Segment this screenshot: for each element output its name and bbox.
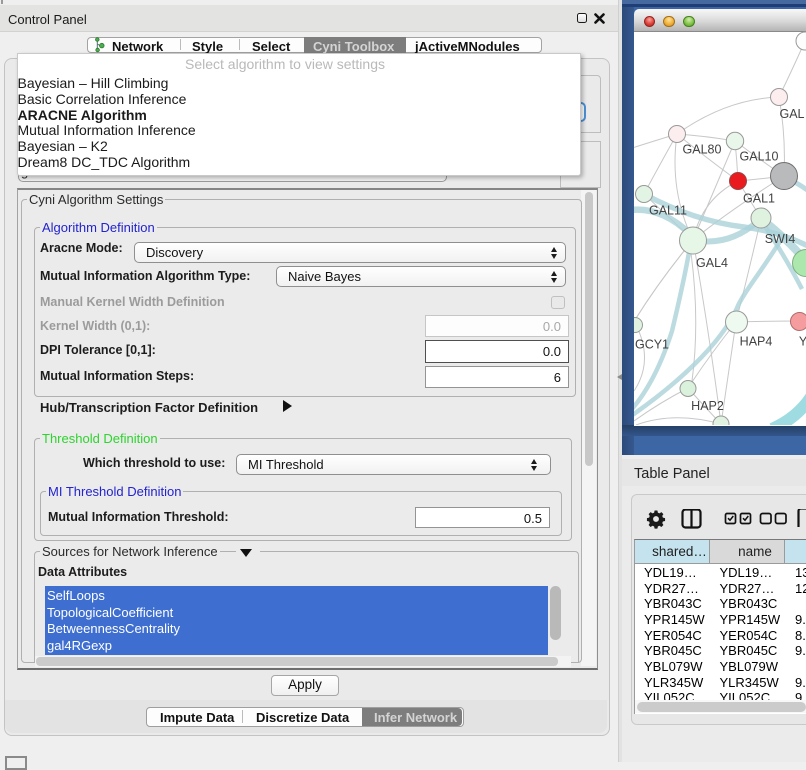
svg-text:HAP2: HAP2 — [691, 399, 724, 413]
svg-text:GCY1: GCY1 — [635, 338, 669, 352]
svg-text:GAL: GAL — [779, 107, 804, 121]
svg-text:GAL1: GAL1 — [743, 192, 775, 206]
svg-text:GAL11: GAL11 — [649, 204, 687, 218]
svg-text:SWI4: SWI4 — [765, 232, 796, 246]
svg-text:Y: Y — [799, 335, 806, 349]
svg-text:GAL4: GAL4 — [696, 256, 728, 270]
svg-text:GAL10: GAL10 — [740, 150, 779, 164]
svg-text:GAL80: GAL80 — [683, 143, 722, 157]
svg-text:HAP4: HAP4 — [740, 335, 773, 349]
